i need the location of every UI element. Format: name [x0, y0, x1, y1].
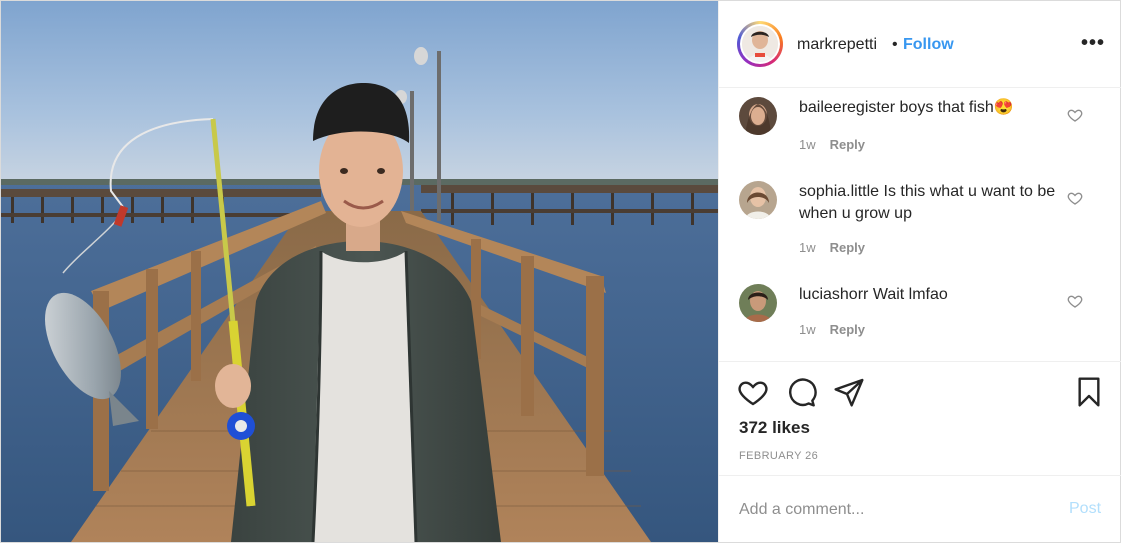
- more-options-icon[interactable]: •••: [1081, 33, 1105, 53]
- comment-like-heart-icon[interactable]: [1067, 107, 1083, 123]
- reply-button[interactable]: Reply: [830, 322, 865, 337]
- comment-age[interactable]: 1w: [799, 240, 816, 255]
- author-username[interactable]: markrepetti: [797, 36, 877, 54]
- commenter-avatar[interactable]: [739, 181, 777, 219]
- comment-username[interactable]: baileeregister: [799, 99, 895, 116]
- comment-username[interactable]: sophia.little: [799, 183, 879, 200]
- add-comment-input[interactable]: [739, 498, 1039, 522]
- author-avatar[interactable]: [737, 21, 783, 67]
- comment-age[interactable]: 1w: [799, 137, 816, 152]
- author-avatar-image: [742, 26, 778, 62]
- comment-text: Wait lmfao: [872, 286, 948, 303]
- post-date[interactable]: FEBRUARY 26: [739, 450, 818, 462]
- commenter-avatar[interactable]: [739, 284, 777, 322]
- heart-icon[interactable]: [737, 376, 769, 408]
- header-separator: •: [892, 36, 898, 53]
- instagram-post: markrepetti • Follow ••• baileeregister: [0, 0, 1121, 543]
- bookmark-icon[interactable]: [1073, 376, 1105, 408]
- comment-like-heart-icon[interactable]: [1067, 190, 1083, 206]
- comments-list: baileeregister boys that fish😍 1w Reply: [719, 89, 1121, 361]
- fishing-pier-photo: [1, 1, 718, 542]
- comment-text: boys that fish😍: [899, 99, 1014, 116]
- reply-button[interactable]: Reply: [830, 240, 865, 255]
- post-photo[interactable]: [1, 1, 718, 542]
- commenter-avatar[interactable]: [739, 97, 777, 135]
- comment-username[interactable]: luciashorr: [799, 286, 868, 303]
- comment-age[interactable]: 1w: [799, 322, 816, 337]
- comment-icon[interactable]: [785, 376, 817, 408]
- post-comment-button[interactable]: Post: [1069, 500, 1101, 518]
- comment-like-heart-icon[interactable]: [1067, 293, 1083, 309]
- reply-button[interactable]: Reply: [830, 137, 865, 152]
- like-count[interactable]: 372 likes: [739, 418, 810, 438]
- post-sidebar: markrepetti • Follow ••• baileeregister: [718, 1, 1121, 542]
- share-icon[interactable]: [833, 376, 865, 408]
- add-comment-bar: Post: [719, 475, 1121, 542]
- post-header: markrepetti • Follow •••: [719, 1, 1121, 88]
- follow-button[interactable]: Follow: [903, 36, 954, 54]
- post-actions: 372 likes FEBRUARY 26: [719, 361, 1121, 475]
